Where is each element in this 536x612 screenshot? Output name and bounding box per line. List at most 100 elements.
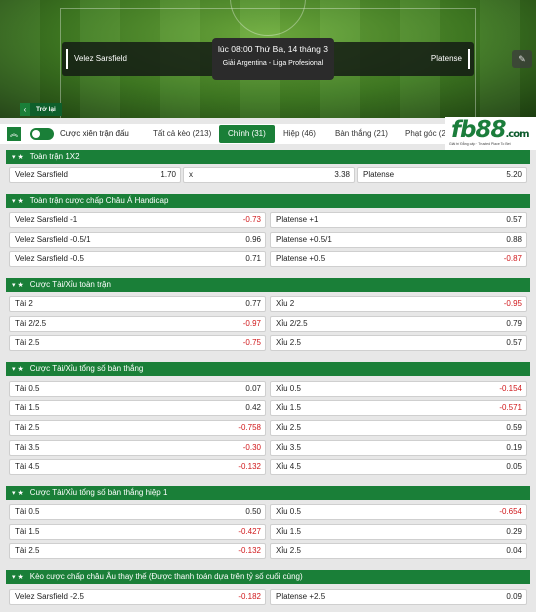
section-title: Kèo cược chấp châu Âu thay thế (Được tha… xyxy=(29,572,303,581)
odds-value: -0.73 xyxy=(242,215,261,224)
odds-cell[interactable]: x 3.38 xyxy=(183,167,355,183)
odds-value: 0.59 xyxy=(506,423,522,432)
odds-label: Velez Sarsfield -0.5/1 xyxy=(15,235,91,244)
odds-value: 0.71 xyxy=(245,254,261,263)
parlay-toggle[interactable] xyxy=(30,128,54,140)
odds-value: 0.57 xyxy=(506,338,522,347)
section-header[interactable]: ▾ ★ Toàn trận 1X2 xyxy=(6,150,530,164)
odds-value: -0.30 xyxy=(242,443,261,452)
chevron-left-icon: ‹ xyxy=(20,103,30,116)
section-header[interactable]: ▾ ★ Cược Tài/Xỉu tổng số bàn thắng hiệp 1 xyxy=(6,486,530,500)
odds-cell[interactable]: Platense 5.20 xyxy=(357,167,527,183)
odds-label: Xỉu 2 xyxy=(276,299,295,308)
odds-label: Xỉu 1.5 xyxy=(276,527,301,536)
odds-cell[interactable]: Velez Sarsfield -1 -0.73 xyxy=(9,212,266,228)
odds-cell[interactable]: Velez Sarsfield -0.5 0.71 xyxy=(9,251,266,267)
odds-cell[interactable]: Tài 3.5 -0.30 xyxy=(9,440,266,456)
away-team-name: Platense xyxy=(430,54,462,63)
home-team-divider xyxy=(66,49,68,69)
match-info: lúc 08:00 Thứ Ba, 14 tháng 3 Giải Argent… xyxy=(212,38,334,80)
match-header: Velez Sarsfield lúc 08:00 Thứ Ba, 14 thá… xyxy=(0,0,536,118)
odds-cell[interactable]: Velez Sarsfield -2.5 -0.182 xyxy=(9,589,266,605)
odds-value: 0.04 xyxy=(506,546,522,555)
odds-cell[interactable]: Tài 0.5 0.50 xyxy=(9,504,266,520)
odds-label: Tài 2.5 xyxy=(15,423,40,432)
tab-main[interactable]: Chính (31) xyxy=(219,125,275,143)
odds-cell[interactable]: Tài 1.5 -0.427 xyxy=(9,524,266,540)
odds-cell[interactable]: Velez Sarsfield 1.70 xyxy=(9,167,181,183)
odds-cell[interactable]: Xỉu 1.5 0.29 xyxy=(270,524,527,540)
odds-cell[interactable]: Xỉu 4.5 0.05 xyxy=(270,459,527,475)
tab-goals[interactable]: Bàn thắng (21) xyxy=(326,125,397,143)
odds-label: Velez Sarsfield -0.5 xyxy=(15,254,84,263)
odds-cell[interactable]: Xỉu 2/2.5 0.79 xyxy=(270,316,527,332)
odds-cell[interactable]: Xỉu 2.5 0.59 xyxy=(270,420,527,436)
logo-tagline: Giải trí Đẳng cấp · Trusted Place To Bet xyxy=(449,142,511,146)
odds-label: Tài 2 xyxy=(15,299,33,308)
odds-cell[interactable]: Tài 2.5 -0.132 xyxy=(9,543,266,559)
pin-icon[interactable]: ✎ xyxy=(512,50,532,68)
double-chevron-up-icon[interactable]: ︽ xyxy=(7,127,21,141)
odds-cell[interactable]: Tài 2.5 -0.758 xyxy=(9,420,266,436)
section-header[interactable]: ▾ ★ Cược Tài/Xỉu tổng số bàn thắng xyxy=(6,362,530,376)
odds-value: 0.77 xyxy=(245,299,261,308)
odds-value: 5.20 xyxy=(506,170,522,179)
odds-label: Xỉu 4.5 xyxy=(276,462,301,471)
odds-value: 3.38 xyxy=(334,170,350,179)
odds-cell[interactable]: Platense +2.5 0.09 xyxy=(270,589,527,605)
odds-cell[interactable]: Platense +1 0.57 xyxy=(270,212,527,228)
odds-label: Platense +2.5 xyxy=(276,592,326,601)
odds-label: Tài 2.5 xyxy=(15,338,40,347)
odds-cell[interactable]: Xỉu 2.5 0.57 xyxy=(270,335,527,351)
odds-value: -0.95 xyxy=(503,299,522,308)
odds-label: Xỉu 1.5 xyxy=(276,403,301,412)
odds-label: Platense +0.5/1 xyxy=(276,235,332,244)
section-title: Cược Tài/Xỉu tổng số bàn thắng xyxy=(29,364,144,373)
odds-cell[interactable]: Tài 0.5 0.07 xyxy=(9,381,266,397)
odds-label: Xỉu 2/2.5 xyxy=(276,319,308,328)
odds-value: 0.29 xyxy=(506,527,522,536)
odds-cell[interactable]: Platense +0.5 -0.87 xyxy=(270,251,527,267)
odds-label: Velez Sarsfield xyxy=(15,170,68,179)
section-header[interactable]: ▾ ★ Cược Tài/Xỉu toàn trận xyxy=(6,278,530,292)
odds-value: 0.09 xyxy=(506,592,522,601)
odds-cell[interactable]: Xỉu 2.5 0.04 xyxy=(270,543,527,559)
home-team-name: Velez Sarsfield xyxy=(74,54,127,63)
odds-value: 0.19 xyxy=(506,443,522,452)
odds-value: -0.75 xyxy=(242,338,261,347)
caret-star-icon: ▾ ★ xyxy=(12,574,24,581)
odds-cell[interactable]: Xỉu 3.5 0.19 xyxy=(270,440,527,456)
kickoff-time: lúc 08:00 Thứ Ba, 14 tháng 3 xyxy=(218,44,328,54)
section-title: Cược Tài/Xỉu toàn trận xyxy=(29,280,111,289)
odds-value: 0.79 xyxy=(506,319,522,328)
odds-cell[interactable]: Tài 1.5 0.42 xyxy=(9,400,266,416)
odds-cell[interactable]: Xỉu 2 -0.95 xyxy=(270,296,527,312)
odds-value: 0.50 xyxy=(245,507,261,516)
back-label: Trở lại xyxy=(30,103,62,116)
odds-cell[interactable]: Velez Sarsfield -0.5/1 0.96 xyxy=(9,232,266,248)
odds-cell[interactable]: Tài 2 0.77 xyxy=(9,296,266,312)
odds-cell[interactable]: Tài 4.5 -0.132 xyxy=(9,459,266,475)
odds-cell[interactable]: Tài 2.5 -0.75 xyxy=(9,335,266,351)
odds-label: Xỉu 2.5 xyxy=(276,423,301,432)
odds-cell[interactable]: Xỉu 1.5 -0.571 xyxy=(270,400,527,416)
logo-brand: fb88 xyxy=(451,117,506,143)
league-name: Giải Argentina - Liga Profesional xyxy=(222,60,324,67)
odds-value: -0.758 xyxy=(238,423,261,432)
odds-cell[interactable]: Xỉu 0.5 -0.154 xyxy=(270,381,527,397)
back-button[interactable]: ‹ Trở lại xyxy=(20,103,62,116)
toggle-knob xyxy=(32,130,40,138)
odds-cell[interactable]: Platense +0.5/1 0.88 xyxy=(270,232,527,248)
section-header[interactable]: ▾ ★ Kèo cược chấp châu Âu thay thế (Được … xyxy=(6,570,530,584)
odds-cell[interactable]: Xỉu 0.5 -0.654 xyxy=(270,504,527,520)
tab-all[interactable]: Tất cả kèo (213) xyxy=(144,125,220,143)
odds-value: -0.132 xyxy=(238,462,261,471)
tab-half[interactable]: Hiệp (46) xyxy=(274,125,325,143)
odds-cell[interactable]: Tài 2/2.5 -0.97 xyxy=(9,316,266,332)
odds-value: 0.42 xyxy=(245,403,261,412)
section-header[interactable]: ▾ ★ Toàn trận cược chấp Châu Á Handicap xyxy=(6,194,530,208)
odds-label: Velez Sarsfield -2.5 xyxy=(15,592,84,601)
caret-star-icon: ▾ ★ xyxy=(12,282,24,289)
odds-label: Xỉu 0.5 xyxy=(276,384,301,393)
odds-value: -0.182 xyxy=(238,592,261,601)
